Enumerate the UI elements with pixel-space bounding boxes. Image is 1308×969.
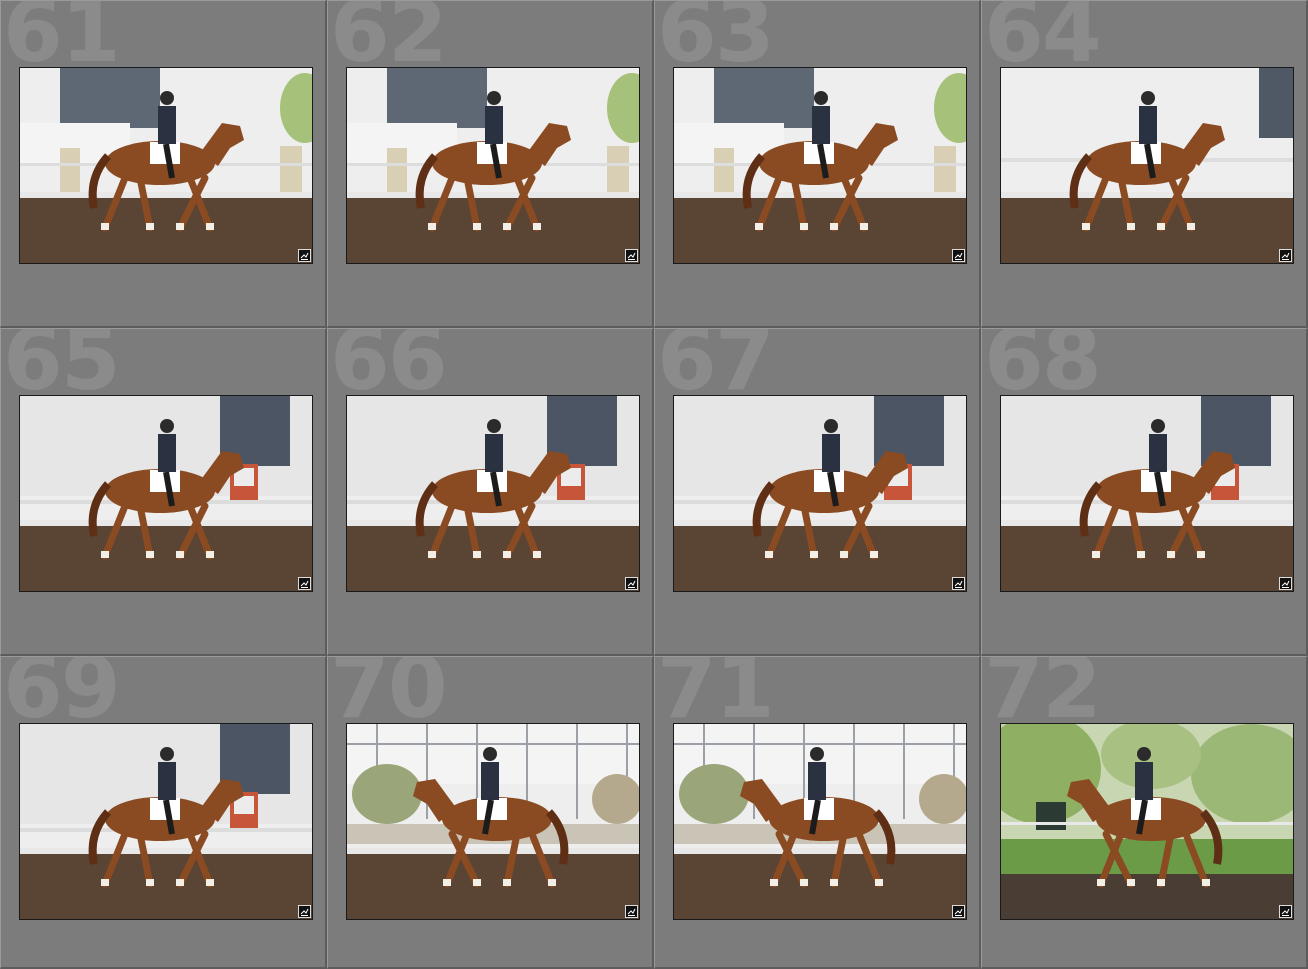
cell-index-number: 61 (3, 0, 121, 82)
cell-index-number: 67 (657, 328, 775, 410)
grid-cell-71[interactable]: 71 (654, 656, 981, 969)
develop-adjusted-icon[interactable] (298, 249, 311, 262)
develop-adjusted-icon[interactable] (625, 905, 638, 918)
photo-thumbnail[interactable] (346, 395, 640, 592)
cell-index-number: 62 (330, 0, 448, 82)
photo-thumbnail[interactable] (1000, 67, 1294, 264)
grid-cell-69[interactable]: 69 (0, 656, 327, 969)
cell-index-number: 72 (984, 656, 1102, 738)
photo-thumbnail[interactable] (19, 723, 313, 920)
grid-cell-67[interactable]: 67 (654, 328, 981, 656)
photo-image (20, 396, 312, 591)
photo-image (347, 396, 639, 591)
grid-cell-68[interactable]: 68 (981, 328, 1308, 656)
develop-adjusted-icon[interactable] (298, 905, 311, 918)
photo-thumbnail[interactable] (346, 723, 640, 920)
photo-thumbnail[interactable] (673, 67, 967, 264)
grid-cell-61[interactable]: 61 (0, 0, 327, 328)
cell-index-number: 68 (984, 328, 1102, 410)
photo-image (1001, 724, 1293, 919)
grid-cell-65[interactable]: 65 (0, 328, 327, 656)
grid-cell-62[interactable]: 62 (327, 0, 654, 328)
grid-cell-66[interactable]: 66 (327, 328, 654, 656)
photo-thumbnail[interactable] (1000, 723, 1294, 920)
photo-image (347, 68, 639, 263)
photo-thumbnail[interactable] (673, 723, 967, 920)
develop-adjusted-icon[interactable] (952, 905, 965, 918)
photo-image (20, 724, 312, 919)
cell-index-number: 63 (657, 0, 775, 82)
photo-image (1001, 396, 1293, 591)
photo-image (674, 396, 966, 591)
photo-image (674, 724, 966, 919)
develop-adjusted-icon[interactable] (625, 249, 638, 262)
grid-cell-70[interactable]: 70 (327, 656, 654, 969)
develop-adjusted-icon[interactable] (1279, 577, 1292, 590)
grid-cell-72[interactable]: 72 (981, 656, 1308, 969)
cell-index-number: 70 (330, 656, 448, 738)
develop-adjusted-icon[interactable] (952, 249, 965, 262)
library-grid-view: 61 62 63 64 65 66 67 68 69 70 71 72 (0, 0, 1308, 969)
cell-index-number: 65 (3, 328, 121, 410)
develop-adjusted-icon[interactable] (298, 577, 311, 590)
cell-index-number: 64 (984, 0, 1102, 82)
photo-image (347, 724, 639, 919)
grid-cell-64[interactable]: 64 (981, 0, 1308, 328)
develop-adjusted-icon[interactable] (1279, 249, 1292, 262)
cell-index-number: 69 (3, 656, 121, 738)
develop-adjusted-icon[interactable] (952, 577, 965, 590)
photo-thumbnail[interactable] (19, 395, 313, 592)
photo-thumbnail[interactable] (673, 395, 967, 592)
cell-index-number: 71 (657, 656, 775, 738)
photo-thumbnail[interactable] (1000, 395, 1294, 592)
grid-cell-63[interactable]: 63 (654, 0, 981, 328)
photo-thumbnail[interactable] (19, 67, 313, 264)
develop-adjusted-icon[interactable] (1279, 905, 1292, 918)
photo-thumbnail[interactable] (346, 67, 640, 264)
develop-adjusted-icon[interactable] (625, 577, 638, 590)
photo-image (1001, 68, 1293, 263)
cell-index-number: 66 (330, 328, 448, 410)
photo-image (674, 68, 966, 263)
photo-image (20, 68, 312, 263)
